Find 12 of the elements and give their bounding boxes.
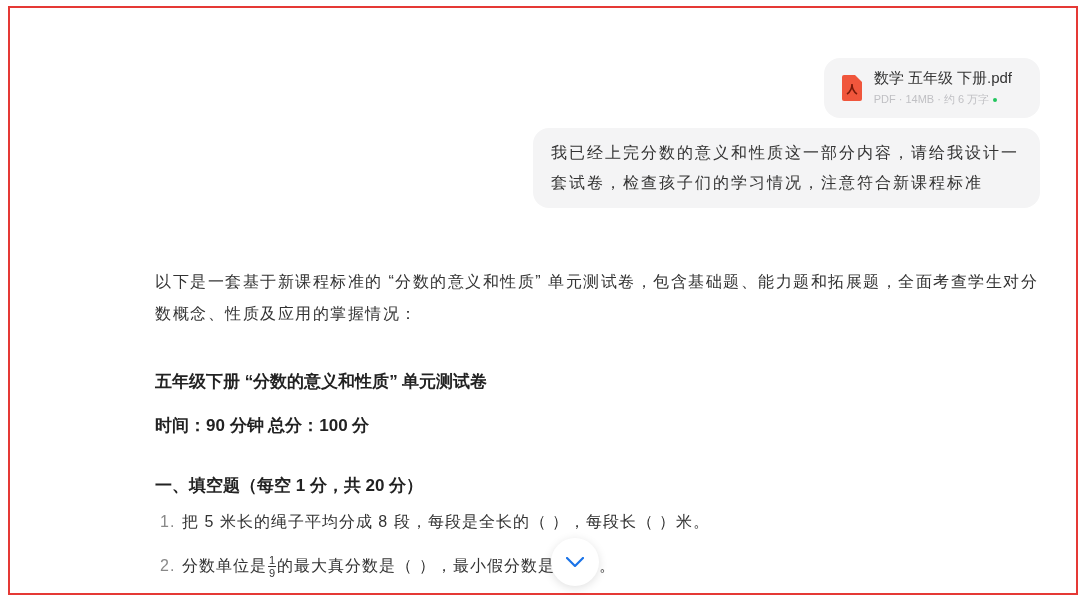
list-number: 1. <box>159 512 177 532</box>
question-end: 。 <box>598 556 616 576</box>
user-message: 我已经上完分数的意义和性质这一部分内容，请给我设计一套试卷，检查孩子们的学习情况，注意符合新课程标准 <box>533 128 1040 208</box>
list-number: 2. <box>159 556 177 576</box>
chevron-down-icon <box>565 557 584 567</box>
section-heading: 一、填空题（每空 1 分，共 20 分） <box>155 475 425 497</box>
file-name: 数学 五年级 下册.pdf <box>873 68 1012 89</box>
reply-paragraph: 以下是一套基于新课程标准的 “分数的意义和性质” 单元测试卷，包含基础题、能力题和拓展题，全面考查学生对分数概念、性质及应用的掌握情况： <box>155 272 1040 324</box>
pdf-file-icon <box>841 75 862 101</box>
question-text: 把 5 米长的绳子平均分成 8 段，每段是全长的（ ），每段长（ ）米。 <box>182 512 711 532</box>
test-info: 时间：90 分钟 总分：100 分 <box>155 415 371 437</box>
test-title: 五年级下册 “分数的意义和性质” 单元测试卷 <box>155 371 489 393</box>
